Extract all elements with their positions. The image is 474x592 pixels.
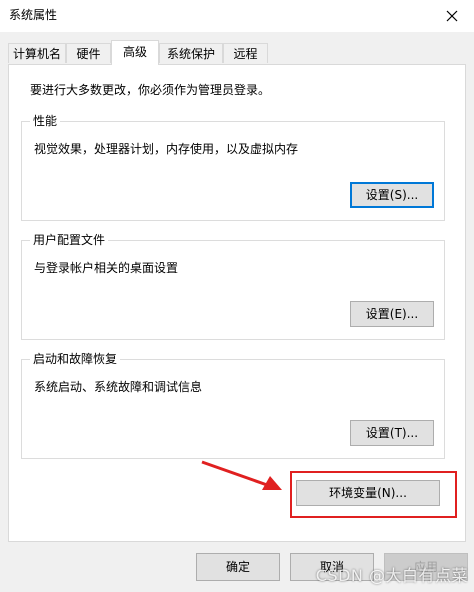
startup-recovery-title: 启动和故障恢复 — [30, 352, 121, 366]
system-properties-window: 系统属性 计算机名 硬件 高级 系统保护 远程 要进行大多数更改，你必须作为管理… — [0, 0, 474, 592]
startup-recovery-settings-button[interactable]: 设置(T)... — [350, 420, 434, 446]
tab-computer-name[interactable]: 计算机名 — [8, 43, 66, 63]
admin-note: 要进行大多数更改，你必须作为管理员登录。 — [30, 83, 271, 97]
user-profiles-description: 与登录帐户相关的桌面设置 — [34, 261, 179, 275]
window-title: 系统属性 — [9, 8, 58, 22]
performance-settings-button[interactable]: 设置(S)... — [350, 182, 434, 208]
startup-recovery-group: 启动和故障恢复 系统启动、系统故障和调试信息 设置(T)... — [21, 352, 445, 459]
performance-group: 性能 视觉效果，处理器计划，内存使用，以及虚拟内存 设置(S)... — [21, 114, 445, 221]
ok-button[interactable]: 确定 — [196, 553, 280, 581]
user-profiles-group: 用户配置文件 与登录帐户相关的桌面设置 设置(E)... — [21, 233, 445, 340]
annotation-arrow-icon — [201, 460, 282, 490]
performance-description: 视觉效果，处理器计划，内存使用，以及虚拟内存 — [34, 142, 299, 156]
tab-advanced[interactable]: 高级 — [111, 40, 159, 65]
tab-hardware[interactable]: 硬件 — [66, 43, 111, 63]
user-profiles-settings-button[interactable]: 设置(E)... — [350, 301, 434, 327]
title-bar: 系统属性 — [0, 0, 474, 32]
annotation-highlight-box — [290, 471, 457, 518]
user-profiles-title: 用户配置文件 — [30, 233, 109, 247]
close-icon — [446, 10, 458, 22]
tab-remote[interactable]: 远程 — [223, 43, 268, 63]
tab-system-protection[interactable]: 系统保护 — [159, 43, 223, 63]
startup-recovery-description: 系统启动、系统故障和调试信息 — [34, 380, 203, 394]
watermark-text: CSDN @大白有点菜 — [315, 566, 468, 585]
performance-title: 性能 — [30, 114, 61, 128]
close-button[interactable] — [430, 0, 474, 32]
